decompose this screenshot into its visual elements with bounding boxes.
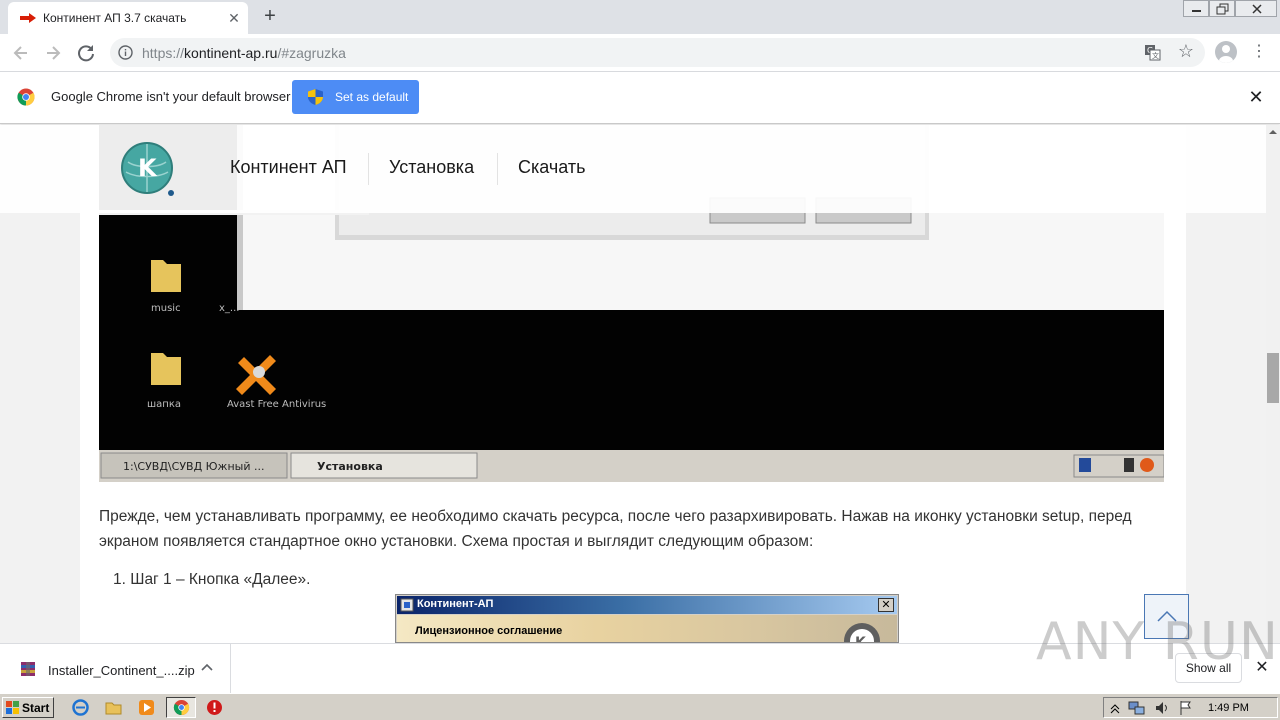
nav-link-ustanovka[interactable]: Установка (389, 157, 474, 178)
chevron-up-icon (1157, 610, 1177, 622)
red-arrow-icon (20, 13, 36, 23)
taskbar-clock[interactable]: 1:49 PM (1208, 702, 1249, 714)
address-bar[interactable]: https://kontinent-ap.ru/#zagruzka G文 ☆ (110, 38, 1205, 67)
nav-separator (497, 153, 498, 185)
volume-icon[interactable] (1154, 700, 1170, 716)
set-as-default-button[interactable]: Set as default (292, 80, 419, 114)
nav-separator (368, 153, 369, 185)
installer-titlebar: Континент-АП ✕ (397, 596, 897, 614)
browser-toolbar: https://kontinent-ap.ru/#zagruzka G文 ☆ ⋮ (0, 34, 1280, 72)
download-filename: Installer_Continent_....zip (48, 663, 195, 678)
window-restore-button[interactable] (1209, 0, 1235, 17)
network-icon[interactable] (1128, 700, 1146, 716)
media-player-icon[interactable] (138, 699, 155, 716)
tab-active[interactable]: Континент АП 3.7 скачать ✕ (8, 2, 248, 34)
installer-close-icon: ✕ (878, 598, 894, 612)
desktop-icon-label-music: music (151, 303, 181, 314)
installer-title: Континент-АП (417, 598, 494, 610)
desktop-icon-label-avast: Avast Free Antivirus (227, 399, 326, 410)
vertical-scrollbar[interactable] (1266, 125, 1280, 643)
site-logo-icon[interactable]: K (118, 140, 178, 198)
scroll-to-top-button[interactable] (1144, 594, 1189, 639)
scrollbar-thumb[interactable] (1267, 353, 1279, 403)
infobar-close-icon[interactable]: ✕ (1246, 87, 1266, 107)
taskbar-chrome-button[interactable] (166, 697, 196, 718)
installer-window-image: Континент-АП ✕ Лицензионное соглашение K (395, 594, 899, 643)
show-all-downloads-button[interactable]: Show all (1175, 653, 1242, 683)
step-list-item: 1. Шаг 1 – Кнопка «Далее». (113, 571, 311, 588)
tab-title: Континент АП 3.7 скачать (43, 11, 187, 25)
uac-shield-icon (308, 89, 323, 105)
windows-flag-icon (6, 701, 19, 714)
folder-icon[interactable] (105, 699, 122, 716)
profile-avatar-icon[interactable] (1215, 41, 1237, 63)
installer-app-icon (400, 598, 414, 612)
embedded-taskbar-item-1: 1:\СУВД\СУВД Южный ... (123, 460, 264, 473)
scroll-up-arrow-icon[interactable] (1268, 128, 1278, 136)
download-shelf: Installer_Continent_....zip Show all ✕ (0, 643, 1280, 693)
svg-text:文: 文 (1152, 51, 1159, 60)
tray-expand-icon[interactable] (1110, 701, 1120, 715)
window-close-button[interactable] (1235, 0, 1277, 17)
nav-link-skachat[interactable]: Скачать (518, 157, 586, 178)
system-tray (1103, 697, 1278, 718)
svg-text:K: K (855, 635, 867, 643)
internet-explorer-icon[interactable] (72, 699, 89, 716)
chrome-icon (173, 699, 190, 716)
infobar-message: Google Chrome isn't your default browser (51, 89, 291, 104)
window-minimize-button[interactable] (1183, 0, 1209, 17)
nav-link-kontinent[interactable]: Континент АП (230, 157, 347, 178)
page-viewport: music x_... шапка Avast Free Antivirus 1… (0, 125, 1266, 643)
restore-icon (1216, 3, 1229, 15)
close-icon (1252, 4, 1262, 14)
tab-close-icon[interactable]: ✕ (226, 8, 242, 28)
forward-arrow-icon[interactable] (40, 40, 66, 66)
minimize-icon (1192, 10, 1201, 12)
windows-taskbar: Start 1:49 PM (0, 693, 1280, 720)
winrar-zip-icon (21, 662, 35, 676)
article-paragraph: Прежде, чем устанавливать программу, ее … (99, 508, 1132, 550)
back-arrow-icon[interactable] (8, 40, 34, 66)
url-text[interactable]: https://kontinent-ap.ru/#zagruzka (142, 45, 346, 61)
chevron-up-icon[interactable] (199, 658, 215, 678)
download-shelf-close-icon[interactable]: ✕ (1252, 658, 1272, 678)
installer-body: Лицензионное соглашение K (397, 615, 897, 643)
desktop-icon-label-3: шапка (147, 399, 181, 410)
bookmark-star-icon[interactable]: ☆ (1176, 41, 1196, 61)
action-center-flag-icon[interactable] (1178, 700, 1194, 716)
translate-icon[interactable]: G文 (1144, 44, 1161, 61)
embedded-taskbar-item-2: Установка (317, 460, 383, 473)
info-icon[interactable] (118, 45, 133, 60)
svg-text:K: K (138, 154, 158, 182)
person-icon (1219, 45, 1233, 63)
stop-sign-icon[interactable] (206, 699, 223, 716)
start-button[interactable]: Start (2, 697, 54, 718)
new-tab-button[interactable]: + (258, 4, 282, 28)
desktop-icon-label-2: x_... (219, 303, 239, 314)
tab-strip: Континент АП 3.7 скачать ✕ + (0, 0, 1280, 34)
default-browser-infobar: Google Chrome isn't your default browser… (0, 72, 1280, 124)
installer-subtitle: Лицензионное соглашение (415, 625, 563, 637)
reload-icon[interactable] (73, 40, 99, 66)
site-header: K Континент АП Установка Скачать (0, 125, 1266, 213)
installer-logo-icon: K (844, 623, 880, 643)
chrome-logo-icon (17, 88, 35, 106)
chrome-menu-icon[interactable]: ⋮ (1250, 42, 1268, 62)
download-item[interactable]: Installer_Continent_....zip (0, 644, 231, 693)
